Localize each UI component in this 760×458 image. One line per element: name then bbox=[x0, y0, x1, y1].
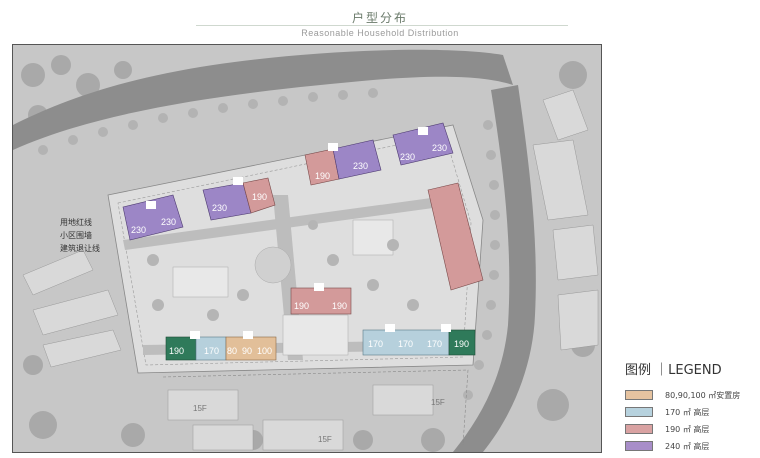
unit-label: 170 bbox=[368, 339, 383, 349]
legend-label: 190 ㎡ 高层 bbox=[665, 424, 710, 434]
unit-label: 190 bbox=[315, 171, 330, 181]
legend-swatch-tan bbox=[625, 390, 653, 400]
legend-title: 图例 ｜LEGEND bbox=[625, 363, 722, 378]
page-subtitle: Reasonable Household Distribution bbox=[301, 28, 459, 38]
unit-label: 190 bbox=[454, 339, 469, 349]
legend-item-170: 170 ㎡ 高层 bbox=[625, 406, 709, 418]
boundary-labels: 用地红线 小区围墙 建筑退让线 bbox=[60, 216, 100, 255]
floor-label: 15F bbox=[193, 404, 207, 413]
legend-label: 240 ㎡ 高层 bbox=[665, 441, 710, 451]
unit-label: 170 bbox=[204, 346, 219, 356]
unit-label: 190 bbox=[252, 192, 267, 202]
legend-item-240: 240 ㎡ 高层 bbox=[625, 440, 709, 452]
unit-label: 170 bbox=[427, 339, 442, 349]
label-setback: 建筑退让线 bbox=[60, 244, 100, 253]
legend-swatch-blue bbox=[625, 407, 653, 417]
floor-label: 15F bbox=[318, 435, 332, 444]
label-land-redline: 用地红线 bbox=[60, 218, 92, 227]
unit-label: 230 bbox=[161, 217, 176, 227]
floor-label: 15F bbox=[431, 398, 445, 407]
page-title: 户型分布 bbox=[351, 11, 408, 25]
unit-label: 230 bbox=[131, 225, 146, 235]
unit-label: 80 bbox=[227, 346, 237, 356]
title-divider bbox=[196, 25, 568, 26]
label-fence: 小区围墙 bbox=[60, 231, 92, 240]
site-plan-svg: 15F 15F 15F 230 230 230 190 190 230 230 … bbox=[13, 45, 601, 452]
unit-label: 190 bbox=[332, 301, 347, 311]
unit-label: 100 bbox=[257, 346, 272, 356]
legend-item-resettlement: 80,90,100 ㎡安置房 bbox=[625, 389, 740, 401]
unit-label: 230 bbox=[212, 203, 227, 213]
legend-swatch-pink bbox=[625, 424, 653, 434]
unit-label: 230 bbox=[432, 143, 447, 153]
site-plan-map: 15F 15F 15F 230 230 230 190 190 230 230 … bbox=[12, 44, 602, 453]
legend-item-190: 190 ㎡ 高层 bbox=[625, 423, 709, 435]
legend-label: 170 ㎡ 高层 bbox=[665, 407, 710, 417]
unit-label: 190 bbox=[294, 301, 309, 311]
unit-label: 230 bbox=[353, 161, 368, 171]
unit-label: 230 bbox=[400, 152, 415, 162]
unit-label: 90 bbox=[242, 346, 252, 356]
unit-label: 170 bbox=[398, 339, 413, 349]
legend-label: 80,90,100 ㎡安置房 bbox=[665, 390, 741, 400]
unit-label: 190 bbox=[169, 346, 184, 356]
legend-swatch-purple bbox=[625, 441, 653, 451]
